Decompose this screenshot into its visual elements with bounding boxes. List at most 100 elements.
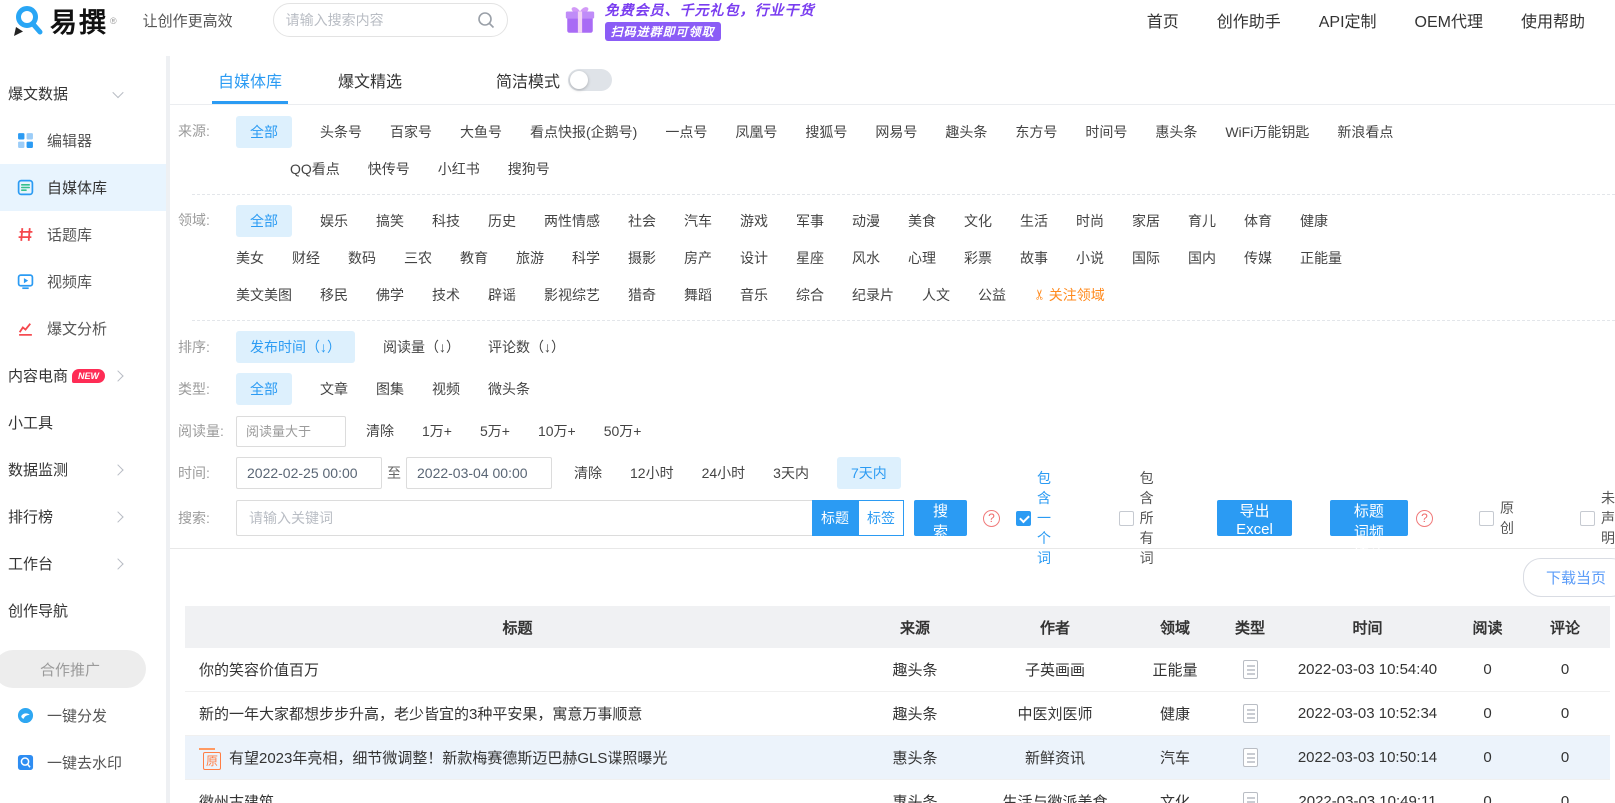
table-row[interactable]: 原 你的笑容价值百万 趣头条 子英画画 正能量 2022-03-03 10:54…	[185, 648, 1610, 692]
undeclared-checkbox[interactable]: 未声明	[1579, 488, 1615, 548]
article-title[interactable]: 有望2023年亮相，细节微调整！新款梅赛德斯迈巴赫GLS谍照曝光	[229, 747, 667, 768]
domain-option[interactable]: 美文美图	[236, 279, 292, 311]
domain-option[interactable]: 纪录片	[852, 279, 894, 311]
source-option[interactable]: 凤凰号	[735, 116, 777, 148]
domain-option[interactable]: 汽车	[684, 205, 712, 237]
article-title[interactable]: 你的笑容价值百万	[199, 659, 319, 680]
help-icon[interactable]	[983, 509, 1001, 527]
sidebar-section-content-ecommerce[interactable]: 内容电商 NEW	[0, 352, 166, 399]
domain-option[interactable]: 财经	[292, 242, 320, 274]
include-one-word-checkbox[interactable]: 包含一个词	[1016, 468, 1057, 568]
domain-option[interactable]: 公益	[978, 279, 1006, 311]
sort-option[interactable]: 阅读量（↓）	[383, 331, 460, 363]
source-option[interactable]: 大鱼号	[460, 116, 502, 148]
domain-option[interactable]: 摄影	[628, 242, 656, 274]
source-option[interactable]: 百家号	[390, 116, 432, 148]
type-option[interactable]: 全部	[236, 373, 292, 405]
sidebar-section-hot-data[interactable]: 爆文数据	[0, 70, 166, 117]
sidebar-cooperation-pill[interactable]: 合作推广	[0, 650, 146, 688]
time-option[interactable]: 7天内	[836, 457, 901, 489]
time-option[interactable]: 12小时	[630, 457, 674, 489]
title-word-frequency-button[interactable]: 标题词频统计	[1329, 500, 1408, 562]
source-option[interactable]: 一点号	[665, 116, 707, 148]
domain-option[interactable]: 佛学	[376, 279, 404, 311]
sidebar-item-topic-library[interactable]: 话题库	[0, 211, 166, 258]
domain-option[interactable]: 游戏	[740, 205, 768, 237]
tab-media-library[interactable]: 自媒体库	[211, 56, 289, 104]
domain-option[interactable]: 国际	[1132, 242, 1160, 274]
nav-link[interactable]: 首页	[1147, 8, 1179, 32]
type-option[interactable]: 图集	[376, 373, 404, 405]
domain-option[interactable]: 风水	[852, 242, 880, 274]
domain-option[interactable]: 国内	[1188, 242, 1216, 274]
domain-option[interactable]: 设计	[740, 242, 768, 274]
top-search-input[interactable]	[285, 12, 477, 28]
time-option[interactable]: 清除	[574, 457, 602, 489]
original-checkbox[interactable]: 原创	[1478, 498, 1514, 538]
source-option[interactable]: 小红书	[438, 153, 480, 185]
sort-option[interactable]: 发布时间（↓）	[236, 331, 355, 363]
download-page-button[interactable]: 下载当页	[1522, 558, 1615, 597]
help-icon[interactable]	[1415, 509, 1433, 527]
type-option[interactable]: 文章	[320, 373, 348, 405]
source-option[interactable]: 搜狗号	[508, 153, 550, 185]
domain-option[interactable]: 技术	[432, 279, 460, 311]
reads-option[interactable]: 1万+	[422, 415, 452, 447]
sidebar-section-tools[interactable]: 小工具	[0, 399, 166, 446]
domain-option[interactable]: 辟谣	[488, 279, 516, 311]
domain-option[interactable]: 彩票	[964, 242, 992, 274]
follow-domain-link[interactable]: ✂ 关注领域	[1031, 285, 1104, 305]
source-option[interactable]: 东方号	[1015, 116, 1057, 148]
sidebar-section-rankings[interactable]: 排行榜	[0, 493, 166, 540]
domain-option[interactable]: 数码	[348, 242, 376, 274]
search-mode-tag-button[interactable]: 标签	[858, 500, 904, 536]
source-option[interactable]: 时间号	[1085, 116, 1127, 148]
nav-link[interactable]: 创作助手	[1217, 8, 1281, 32]
domain-option[interactable]: 移民	[320, 279, 348, 311]
search-button[interactable]: 搜索	[914, 500, 968, 541]
source-option[interactable]: 快传号	[368, 153, 410, 185]
domain-option[interactable]: 舞蹈	[684, 279, 712, 311]
domain-option[interactable]: 搞笑	[376, 205, 404, 237]
domain-option[interactable]: 社会	[628, 205, 656, 237]
date-to-input[interactable]	[406, 457, 552, 489]
sidebar-item-video-library[interactable]: 视频库	[0, 258, 166, 305]
reads-threshold-input[interactable]	[236, 415, 346, 447]
domain-option[interactable]: 星座	[796, 242, 824, 274]
sort-option[interactable]: 评论数（↓）	[488, 331, 565, 363]
type-option[interactable]: 视频	[432, 373, 460, 405]
source-option[interactable]: 全部	[236, 115, 292, 148]
sidebar-section-workbench[interactable]: 工作台	[0, 540, 166, 587]
domain-option[interactable]: 文化	[964, 205, 992, 237]
sidebar-section-creation-nav[interactable]: 创作导航	[0, 587, 166, 634]
sidebar-section-data-monitor[interactable]: 数据监测	[0, 446, 166, 493]
domain-option[interactable]: 综合	[796, 279, 824, 311]
domain-option[interactable]: 两性情感	[544, 205, 600, 237]
domain-option[interactable]: 体育	[1244, 205, 1272, 237]
domain-option[interactable]: 育儿	[1188, 205, 1216, 237]
domain-option[interactable]: 三农	[404, 242, 432, 274]
nav-link[interactable]: 使用帮助	[1521, 8, 1585, 32]
tab-hot-selection[interactable]: 爆文精选	[338, 56, 402, 104]
simple-mode-toggle[interactable]	[568, 69, 613, 91]
domain-option[interactable]: 人文	[922, 279, 950, 311]
domain-option[interactable]: 教育	[460, 242, 488, 274]
reads-option[interactable]: 10万+	[538, 415, 576, 447]
source-option[interactable]: 惠头条	[1155, 116, 1197, 148]
domain-option[interactable]: 家居	[1132, 205, 1160, 237]
domain-option[interactable]: 全部	[236, 204, 292, 237]
domain-option[interactable]: 正能量	[1300, 242, 1342, 274]
source-option[interactable]: 搜狐号	[805, 116, 847, 148]
domain-option[interactable]: 科学	[572, 242, 600, 274]
reads-option[interactable]: 清除	[366, 415, 394, 447]
nav-link[interactable]: OEM代理	[1415, 8, 1483, 32]
domain-option[interactable]: 历史	[488, 205, 516, 237]
time-option[interactable]: 3天内	[773, 457, 809, 489]
search-icon[interactable]	[477, 11, 495, 29]
sidebar-item-editor[interactable]: 编辑器	[0, 117, 166, 164]
reads-option[interactable]: 5万+	[480, 415, 510, 447]
domain-option[interactable]: 房产	[684, 242, 712, 274]
time-option[interactable]: 24小时	[702, 457, 746, 489]
domain-option[interactable]: 美食	[908, 205, 936, 237]
promo-banner[interactable]: 免费会员、千元礼包，行业干货 扫码进群即可领取	[563, 0, 815, 41]
